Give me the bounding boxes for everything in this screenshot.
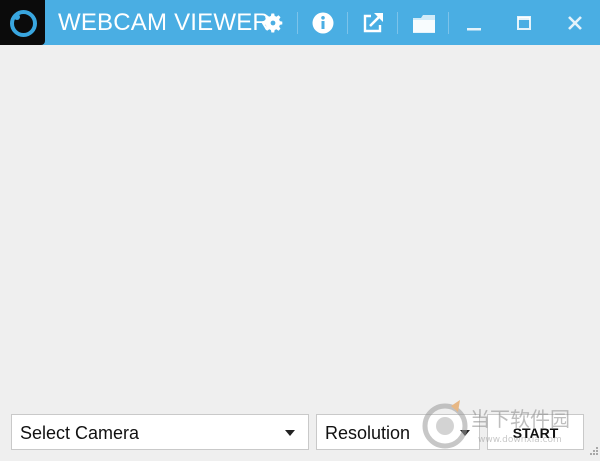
minimize-icon [467, 28, 481, 31]
settings-button[interactable] [258, 8, 288, 38]
separator [448, 12, 449, 34]
resolution-select-value: Resolution [325, 423, 411, 443]
video-preview-area [0, 45, 600, 405]
folder-icon [413, 15, 435, 33]
resize-grip-icon[interactable] [588, 447, 598, 457]
separator [397, 12, 398, 34]
close-button[interactable] [560, 8, 590, 38]
camera-select[interactable]: Select Camera [11, 414, 309, 450]
camera-select-value: Select Camera [20, 423, 140, 443]
chevron-down-icon [460, 430, 470, 436]
external-link-icon [363, 13, 383, 33]
close-icon [568, 16, 582, 30]
start-button[interactable]: START [487, 414, 584, 450]
folder-button[interactable] [409, 8, 439, 38]
separator [297, 12, 298, 34]
separator [347, 12, 348, 34]
info-icon [312, 12, 334, 34]
app-logo-icon [0, 0, 45, 45]
app-title: WEBCAM VIEWER [58, 9, 270, 36]
maximize-button[interactable] [509, 8, 539, 38]
minimize-button[interactable] [459, 8, 489, 38]
maximize-icon [517, 16, 531, 30]
chevron-down-icon [285, 430, 295, 436]
gear-icon [263, 13, 283, 33]
start-button-label: START [512, 425, 559, 441]
popout-button[interactable] [358, 8, 388, 38]
resolution-select[interactable]: Resolution [316, 414, 480, 450]
title-bar: WEBCAM VIEWER [0, 0, 600, 45]
about-button[interactable] [308, 8, 338, 38]
